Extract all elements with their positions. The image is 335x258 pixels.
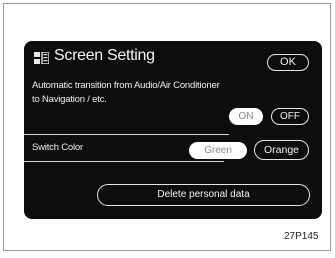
orange-color-button[interactable]: Orange [254, 140, 309, 160]
figure-code: 27P145 [284, 231, 319, 242]
transition-off-button[interactable]: OFF [271, 108, 309, 125]
divider [24, 134, 229, 135]
navigation-screen: Screen Setting OK Automatic transition f… [24, 41, 322, 219]
delete-personal-data-button[interactable]: Delete personal data [97, 184, 310, 206]
ok-button[interactable]: OK [267, 54, 309, 71]
transition-on-button[interactable]: ON [229, 108, 263, 125]
green-color-button[interactable]: Green [189, 142, 247, 159]
transition-label-line2: to Navigation / etc. [32, 94, 107, 105]
screen-setting-icon [34, 52, 49, 64]
switch-color-label: Switch Color [32, 142, 83, 153]
transition-label-line1: Automatic transition from Audio/Air Cond… [32, 80, 220, 91]
divider [24, 161, 224, 162]
screen-title: Screen Setting [54, 47, 155, 64]
figure-frame: Screen Setting OK Automatic transition f… [3, 3, 331, 251]
